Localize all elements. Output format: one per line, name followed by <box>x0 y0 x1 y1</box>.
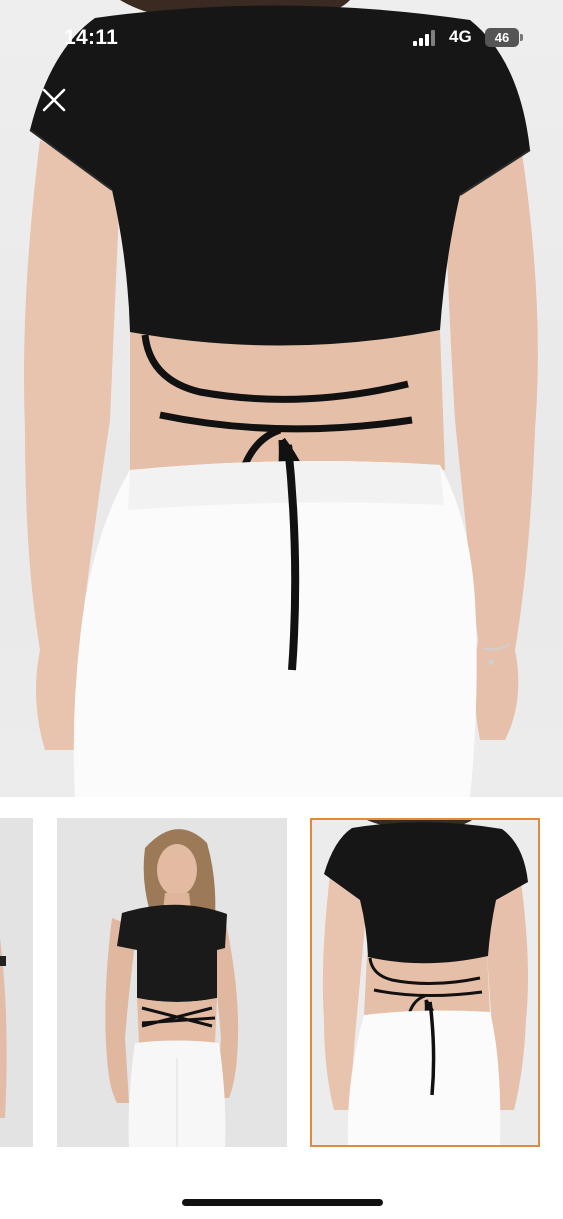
product-photo-back-view <box>24 0 538 797</box>
status-time: 14:11 <box>64 26 119 49</box>
thumbnail-back-view[interactable] <box>310 818 540 1147</box>
thumbnail-strip[interactable] <box>0 818 563 1148</box>
thumbnail-partial[interactable] <box>0 818 33 1147</box>
signal-strength-icon <box>413 30 437 46</box>
home-indicator <box>182 1199 383 1206</box>
thumbnail-front-view[interactable] <box>57 818 287 1147</box>
battery-tip-icon <box>520 34 523 41</box>
battery-level: 46 <box>485 28 519 47</box>
network-type: 4G <box>449 27 472 46</box>
close-icon <box>42 88 66 112</box>
product-main-image: 14:11 4G 46 <box>0 0 563 797</box>
close-button[interactable] <box>38 84 70 116</box>
status-bar: 14:11 4G 46 <box>0 0 563 76</box>
